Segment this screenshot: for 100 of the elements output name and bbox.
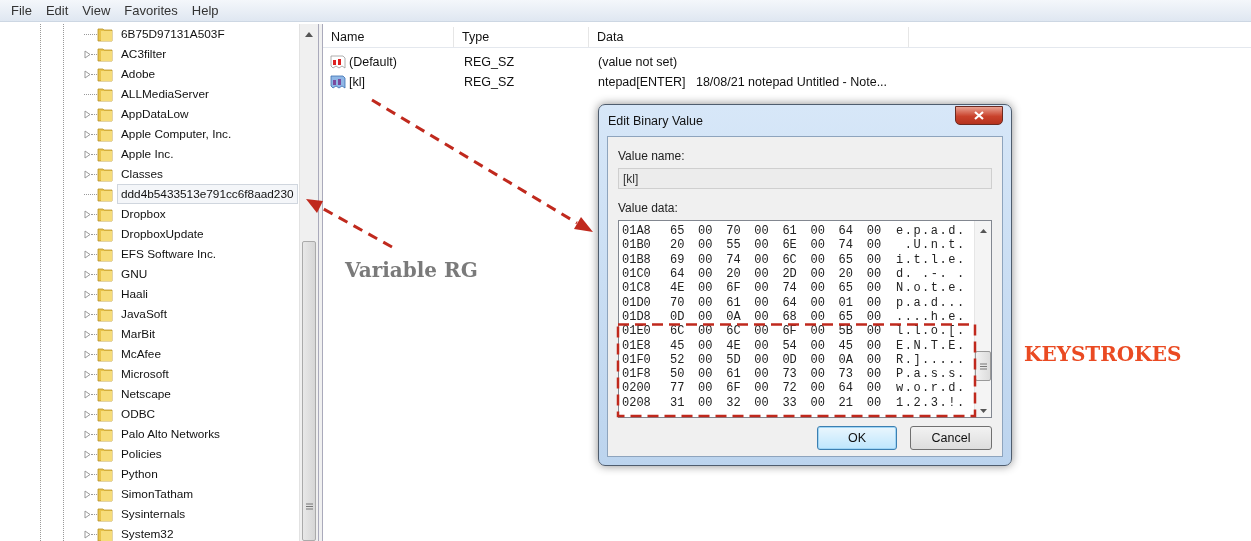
folder-icon <box>97 466 113 482</box>
hex-bytes: 69 00 74 00 6C 00 65 00 <box>670 252 883 267</box>
hex-ascii: P.a.s.s. <box>896 367 966 382</box>
hex-address: 01B8 <box>622 252 648 267</box>
hex-address: 01F8 <box>622 367 648 382</box>
hex-ascii: d. .-. . <box>896 267 966 282</box>
hex-ascii: R.]..... <box>896 352 966 367</box>
folder-icon <box>97 126 113 142</box>
value-name[interactable]: [kl] <box>349 75 365 89</box>
scroll-up-icon[interactable] <box>979 229 987 233</box>
scroll-thumb[interactable] <box>302 241 316 541</box>
tree-item[interactable]: Netscape <box>117 384 175 404</box>
value-type: REG_SZ <box>464 55 514 69</box>
tree-item[interactable]: Apple Inc. <box>117 144 178 164</box>
folder-icon <box>97 446 113 462</box>
value-name[interactable]: (Default) <box>349 55 397 69</box>
tree-item[interactable]: Microsoft <box>117 364 173 384</box>
tree-item[interactable]: AC3filter <box>117 44 171 64</box>
tree-item[interactable]: ddd4b5433513e791cc6f8aad230 <box>117 184 298 204</box>
tree-item[interactable]: Classes <box>117 164 167 184</box>
dialog-title: Edit Binary Value <box>608 113 703 128</box>
folder-icon <box>97 306 113 322</box>
scroll-up-icon[interactable] <box>305 32 313 37</box>
folder-icon <box>97 146 113 162</box>
hex-address: 01D8 <box>622 309 648 324</box>
tree-item[interactable]: GNU <box>117 264 152 284</box>
close-button[interactable] <box>955 106 1003 125</box>
annotation-label: KEYSTROKES <box>1024 342 1182 366</box>
tree-item[interactable]: ALLMediaServer <box>117 84 213 104</box>
tree-item[interactable]: McAfee <box>117 344 165 364</box>
hex-ascii: l.l.o.[. <box>896 324 966 339</box>
menu-item[interactable]: Favorites <box>117 3 185 18</box>
folder-icon <box>97 46 113 62</box>
hex-bytes: 31 00 32 00 33 00 21 00 <box>670 395 883 410</box>
menu-item[interactable]: Help <box>184 3 226 18</box>
menu-item[interactable]: File <box>4 3 39 18</box>
hex-address: 0208 <box>622 395 648 410</box>
hex-bytes: 6C 00 6C 00 6F 00 5B 00 <box>670 324 883 339</box>
hex-address: 0200 <box>622 381 648 396</box>
tree-item[interactable]: DropboxUpdate <box>117 224 208 244</box>
folder-icon <box>97 526 113 541</box>
folder-icon <box>97 66 113 82</box>
scrollbar[interactable] <box>299 24 318 541</box>
hex-bytes: 4E 00 6F 00 74 00 65 00 <box>670 281 883 296</box>
value-type: REG_SZ <box>464 75 514 89</box>
tree-item[interactable]: Python <box>117 464 162 484</box>
value-name-field[interactable]: [kl] <box>618 168 992 189</box>
folder-icon <box>97 246 113 262</box>
tree-item[interactable]: Haali <box>117 284 152 304</box>
tree-item[interactable]: Policies <box>117 444 166 464</box>
menu-item[interactable]: Edit <box>38 3 76 18</box>
tree-item[interactable]: 6B75D97131A503F <box>117 24 229 44</box>
cancel-button[interactable]: Cancel <box>910 426 992 450</box>
tree-item[interactable]: JavaSoft <box>117 304 171 324</box>
close-icon <box>974 111 984 120</box>
hex-bytes: 50 00 61 00 73 00 73 00 <box>670 367 883 382</box>
ok-button[interactable]: OK <box>817 426 897 450</box>
hex-ascii: e.p.a.d. <box>896 224 966 239</box>
scroll-thumb[interactable] <box>975 351 991 381</box>
tree-item[interactable]: MarBit <box>117 324 160 344</box>
tree-item[interactable]: System32 <box>117 524 178 541</box>
tree-item[interactable]: Adobe <box>117 64 160 84</box>
hex-address: 01E8 <box>622 338 648 353</box>
menu-item[interactable]: View <box>75 3 118 18</box>
hex-address: 01A8 <box>622 224 648 239</box>
folder-icon <box>97 426 113 442</box>
folder-icon <box>97 186 113 202</box>
hex-bytes: 77 00 6F 00 72 00 64 00 <box>670 381 883 396</box>
field-label: Value data: <box>618 201 679 215</box>
hex-ascii: N.o.t.e. <box>896 281 966 296</box>
folder-icon <box>97 166 113 182</box>
folder-icon <box>97 86 113 102</box>
tree-item[interactable]: SimonTatham <box>117 484 198 504</box>
hex-bytes: 70 00 61 00 64 00 01 00 <box>670 295 883 310</box>
hex-ascii: E.N.T.E. <box>896 338 966 353</box>
tree-item[interactable]: EFS Software Inc. <box>117 244 221 264</box>
tree-item[interactable]: ODBC <box>117 404 160 424</box>
tree-item[interactable]: Dropbox <box>117 204 170 224</box>
column-header[interactable]: Data <box>589 27 909 47</box>
hex-bytes: 52 00 5D 00 0D 00 0A 00 <box>670 352 883 367</box>
folder-icon <box>97 266 113 282</box>
hex-ascii: 1.2.3.!. <box>896 395 966 410</box>
tree-item[interactable]: Sysinternals <box>117 504 190 524</box>
column-header[interactable]: Type <box>454 27 589 47</box>
tree-item[interactable]: AppDataLow <box>117 104 193 124</box>
hex-bytes: 64 00 20 00 2D 00 20 00 <box>670 267 883 282</box>
tree-item[interactable]: Apple Computer, Inc. <box>117 124 236 144</box>
hex-address: 01B0 <box>622 238 648 253</box>
scrollbar[interactable] <box>974 221 991 417</box>
hex-editor[interactable] <box>618 220 992 418</box>
folder-icon <box>97 386 113 402</box>
tree-item[interactable]: Palo Alto Networks <box>117 424 224 444</box>
folder-icon <box>97 326 113 342</box>
folder-icon <box>97 286 113 302</box>
column-header[interactable]: Name <box>323 27 454 47</box>
scroll-down-icon[interactable] <box>979 409 987 413</box>
hex-ascii: w.o.r.d. <box>896 381 966 396</box>
hex-ascii: .U.n.t. <box>903 238 966 253</box>
folder-icon <box>97 486 113 502</box>
value-data: ntepad[ENTER] 18/08/21 notepad Untitled - Note... <box>598 75 888 89</box>
